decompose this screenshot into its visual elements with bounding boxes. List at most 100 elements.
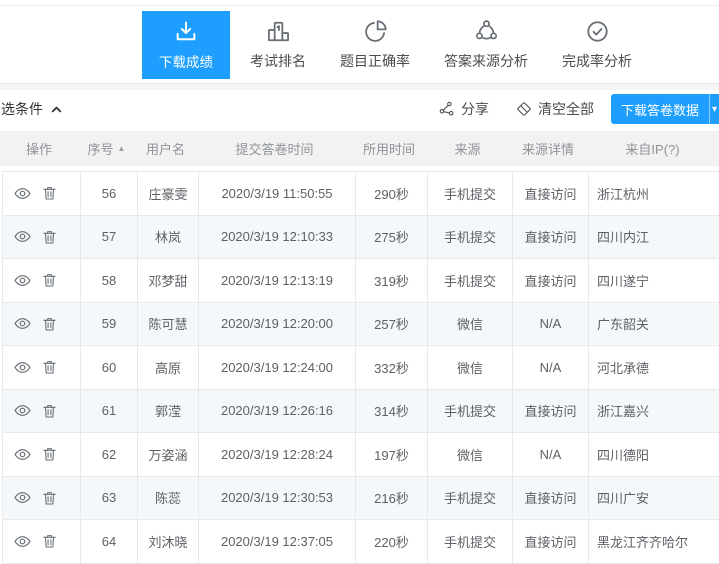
table-row: 64 刘沐晓 2020/3/19 12:37:05 220秒 手机提交 直接访问… bbox=[2, 520, 719, 564]
tab-exam-ranking[interactable]: 考试排名 bbox=[236, 11, 320, 79]
row-username: 林岚 bbox=[138, 216, 199, 259]
view-icon[interactable] bbox=[13, 184, 32, 203]
delete-icon[interactable] bbox=[41, 271, 58, 289]
row-username: 万姿涵 bbox=[138, 433, 199, 476]
row-duration: 290秒 bbox=[356, 172, 428, 215]
delete-icon[interactable] bbox=[41, 445, 58, 463]
view-icon[interactable] bbox=[13, 445, 32, 464]
row-username: 郭滢 bbox=[138, 390, 199, 433]
row-source: 微信 bbox=[428, 346, 513, 389]
tab-label: 题目正确率 bbox=[340, 51, 410, 71]
header-actions: 操作 bbox=[0, 139, 78, 158]
row-source: 手机提交 bbox=[428, 520, 513, 563]
row-ip: 广东韶关 bbox=[589, 303, 719, 346]
chevron-up-icon bbox=[50, 103, 63, 116]
row-submit-time: 2020/3/19 12:30:53 bbox=[199, 477, 356, 520]
row-ip: 四川内江 bbox=[589, 216, 719, 259]
row-source-detail: N/A bbox=[513, 433, 589, 476]
delete-icon[interactable] bbox=[41, 184, 58, 202]
download-answer-data-button[interactable]: 下载答卷数据 bbox=[611, 94, 709, 124]
view-icon[interactable] bbox=[13, 358, 32, 377]
delete-icon[interactable] bbox=[41, 228, 58, 246]
filter-conditions-label: 选条件 bbox=[1, 99, 43, 119]
table-row: 59 陈可慧 2020/3/19 12:20:00 257秒 微信 N/A 广东… bbox=[2, 303, 719, 347]
row-duration: 197秒 bbox=[356, 433, 428, 476]
row-source: 手机提交 bbox=[428, 172, 513, 215]
row-source: 手机提交 bbox=[428, 477, 513, 520]
row-source-detail: N/A bbox=[513, 303, 589, 346]
view-icon[interactable] bbox=[13, 532, 32, 551]
row-actions bbox=[3, 390, 81, 433]
sort-asc-icon[interactable]: ▲ bbox=[118, 145, 126, 153]
view-icon[interactable] bbox=[13, 314, 32, 333]
tab-answer-source-analysis[interactable]: 答案来源分析 bbox=[430, 11, 542, 79]
row-actions bbox=[3, 172, 81, 215]
row-source-detail: 直接访问 bbox=[513, 259, 589, 302]
header-source-detail: 来源详情 bbox=[510, 139, 586, 158]
pie-chart-icon bbox=[362, 18, 389, 45]
row-ip: 四川德阳 bbox=[589, 433, 719, 476]
header-number[interactable]: 序号▲ bbox=[78, 139, 135, 158]
share-button[interactable]: 分享 bbox=[438, 99, 489, 119]
row-source-detail: 直接访问 bbox=[513, 216, 589, 259]
row-ip: 浙江嘉兴 bbox=[589, 390, 719, 433]
row-duration: 216秒 bbox=[356, 477, 428, 520]
results-table: 操作 序号▲ 用户名 提交答卷时间 所用时间 来源 来源详情 来自IP(?) 5… bbox=[0, 131, 719, 564]
row-duration: 319秒 bbox=[356, 259, 428, 302]
delete-icon[interactable] bbox=[41, 489, 58, 507]
row-username: 陈可慧 bbox=[138, 303, 199, 346]
row-source-detail: 直接访问 bbox=[513, 390, 589, 433]
delete-icon[interactable] bbox=[41, 358, 58, 376]
share-label: 分享 bbox=[461, 99, 489, 119]
row-duration: 220秒 bbox=[356, 520, 428, 563]
toolbar-actions: 分享 清空全部 下载答卷数据 ▾ bbox=[438, 94, 719, 124]
delete-icon[interactable] bbox=[41, 315, 58, 333]
view-icon[interactable] bbox=[13, 227, 32, 246]
tab-completion-rate-analysis[interactable]: 完成率分析 bbox=[548, 11, 646, 79]
view-icon[interactable] bbox=[13, 488, 32, 507]
row-number: 62 bbox=[81, 433, 138, 476]
row-actions bbox=[3, 520, 81, 563]
row-source: 手机提交 bbox=[428, 216, 513, 259]
header-username: 用户名 bbox=[135, 139, 196, 158]
share-nodes-icon bbox=[473, 18, 500, 45]
delete-icon[interactable] bbox=[41, 402, 58, 420]
analysis-tabbar: 下载成绩 考试排名 题目正确率 答案来源分析 完成率分析 bbox=[0, 6, 719, 84]
clear-all-label: 清空全部 bbox=[538, 99, 594, 119]
row-actions bbox=[3, 259, 81, 302]
delete-icon[interactable] bbox=[41, 532, 58, 550]
row-username: 高原 bbox=[138, 346, 199, 389]
row-number: 63 bbox=[81, 477, 138, 520]
row-source: 微信 bbox=[428, 303, 513, 346]
view-icon[interactable] bbox=[13, 401, 32, 420]
row-username: 刘沐晓 bbox=[138, 520, 199, 563]
table-row: 56 庄豪雯 2020/3/19 11:50:55 290秒 手机提交 直接访问… bbox=[2, 172, 719, 216]
check-circle-icon bbox=[584, 18, 611, 45]
row-actions bbox=[3, 303, 81, 346]
row-source: 手机提交 bbox=[428, 259, 513, 302]
table-row: 63 陈蕊 2020/3/19 12:30:53 216秒 手机提交 直接访问 … bbox=[2, 477, 719, 521]
view-icon[interactable] bbox=[13, 271, 32, 290]
row-number: 57 bbox=[81, 216, 138, 259]
tab-question-accuracy[interactable]: 题目正确率 bbox=[326, 11, 424, 79]
row-ip: 四川广安 bbox=[589, 477, 719, 520]
header-duration: 所用时间 bbox=[353, 139, 425, 158]
clear-all-button[interactable]: 清空全部 bbox=[515, 99, 594, 119]
table-header-row: 操作 序号▲ 用户名 提交答卷时间 所用时间 来源 来源详情 来自IP(?) bbox=[0, 131, 719, 166]
row-duration: 275秒 bbox=[356, 216, 428, 259]
tab-download-scores[interactable]: 下载成绩 bbox=[142, 11, 230, 79]
tab-label: 考试排名 bbox=[250, 51, 306, 71]
filter-conditions-toggle[interactable]: 选条件 bbox=[1, 99, 63, 119]
row-source-detail: 直接访问 bbox=[513, 172, 589, 215]
table-row: 57 林岚 2020/3/19 12:10:33 275秒 手机提交 直接访问 … bbox=[2, 216, 719, 260]
tab-label: 答案来源分析 bbox=[444, 51, 528, 71]
row-username: 邓梦甜 bbox=[138, 259, 199, 302]
row-duration: 314秒 bbox=[356, 390, 428, 433]
row-number: 60 bbox=[81, 346, 138, 389]
download-dropdown-button[interactable]: ▾ bbox=[709, 94, 719, 124]
row-submit-time: 2020/3/19 12:37:05 bbox=[199, 520, 356, 563]
share-icon bbox=[438, 100, 456, 118]
row-duration: 332秒 bbox=[356, 346, 428, 389]
row-number: 59 bbox=[81, 303, 138, 346]
table-row: 61 郭滢 2020/3/19 12:26:16 314秒 手机提交 直接访问 … bbox=[2, 390, 719, 434]
